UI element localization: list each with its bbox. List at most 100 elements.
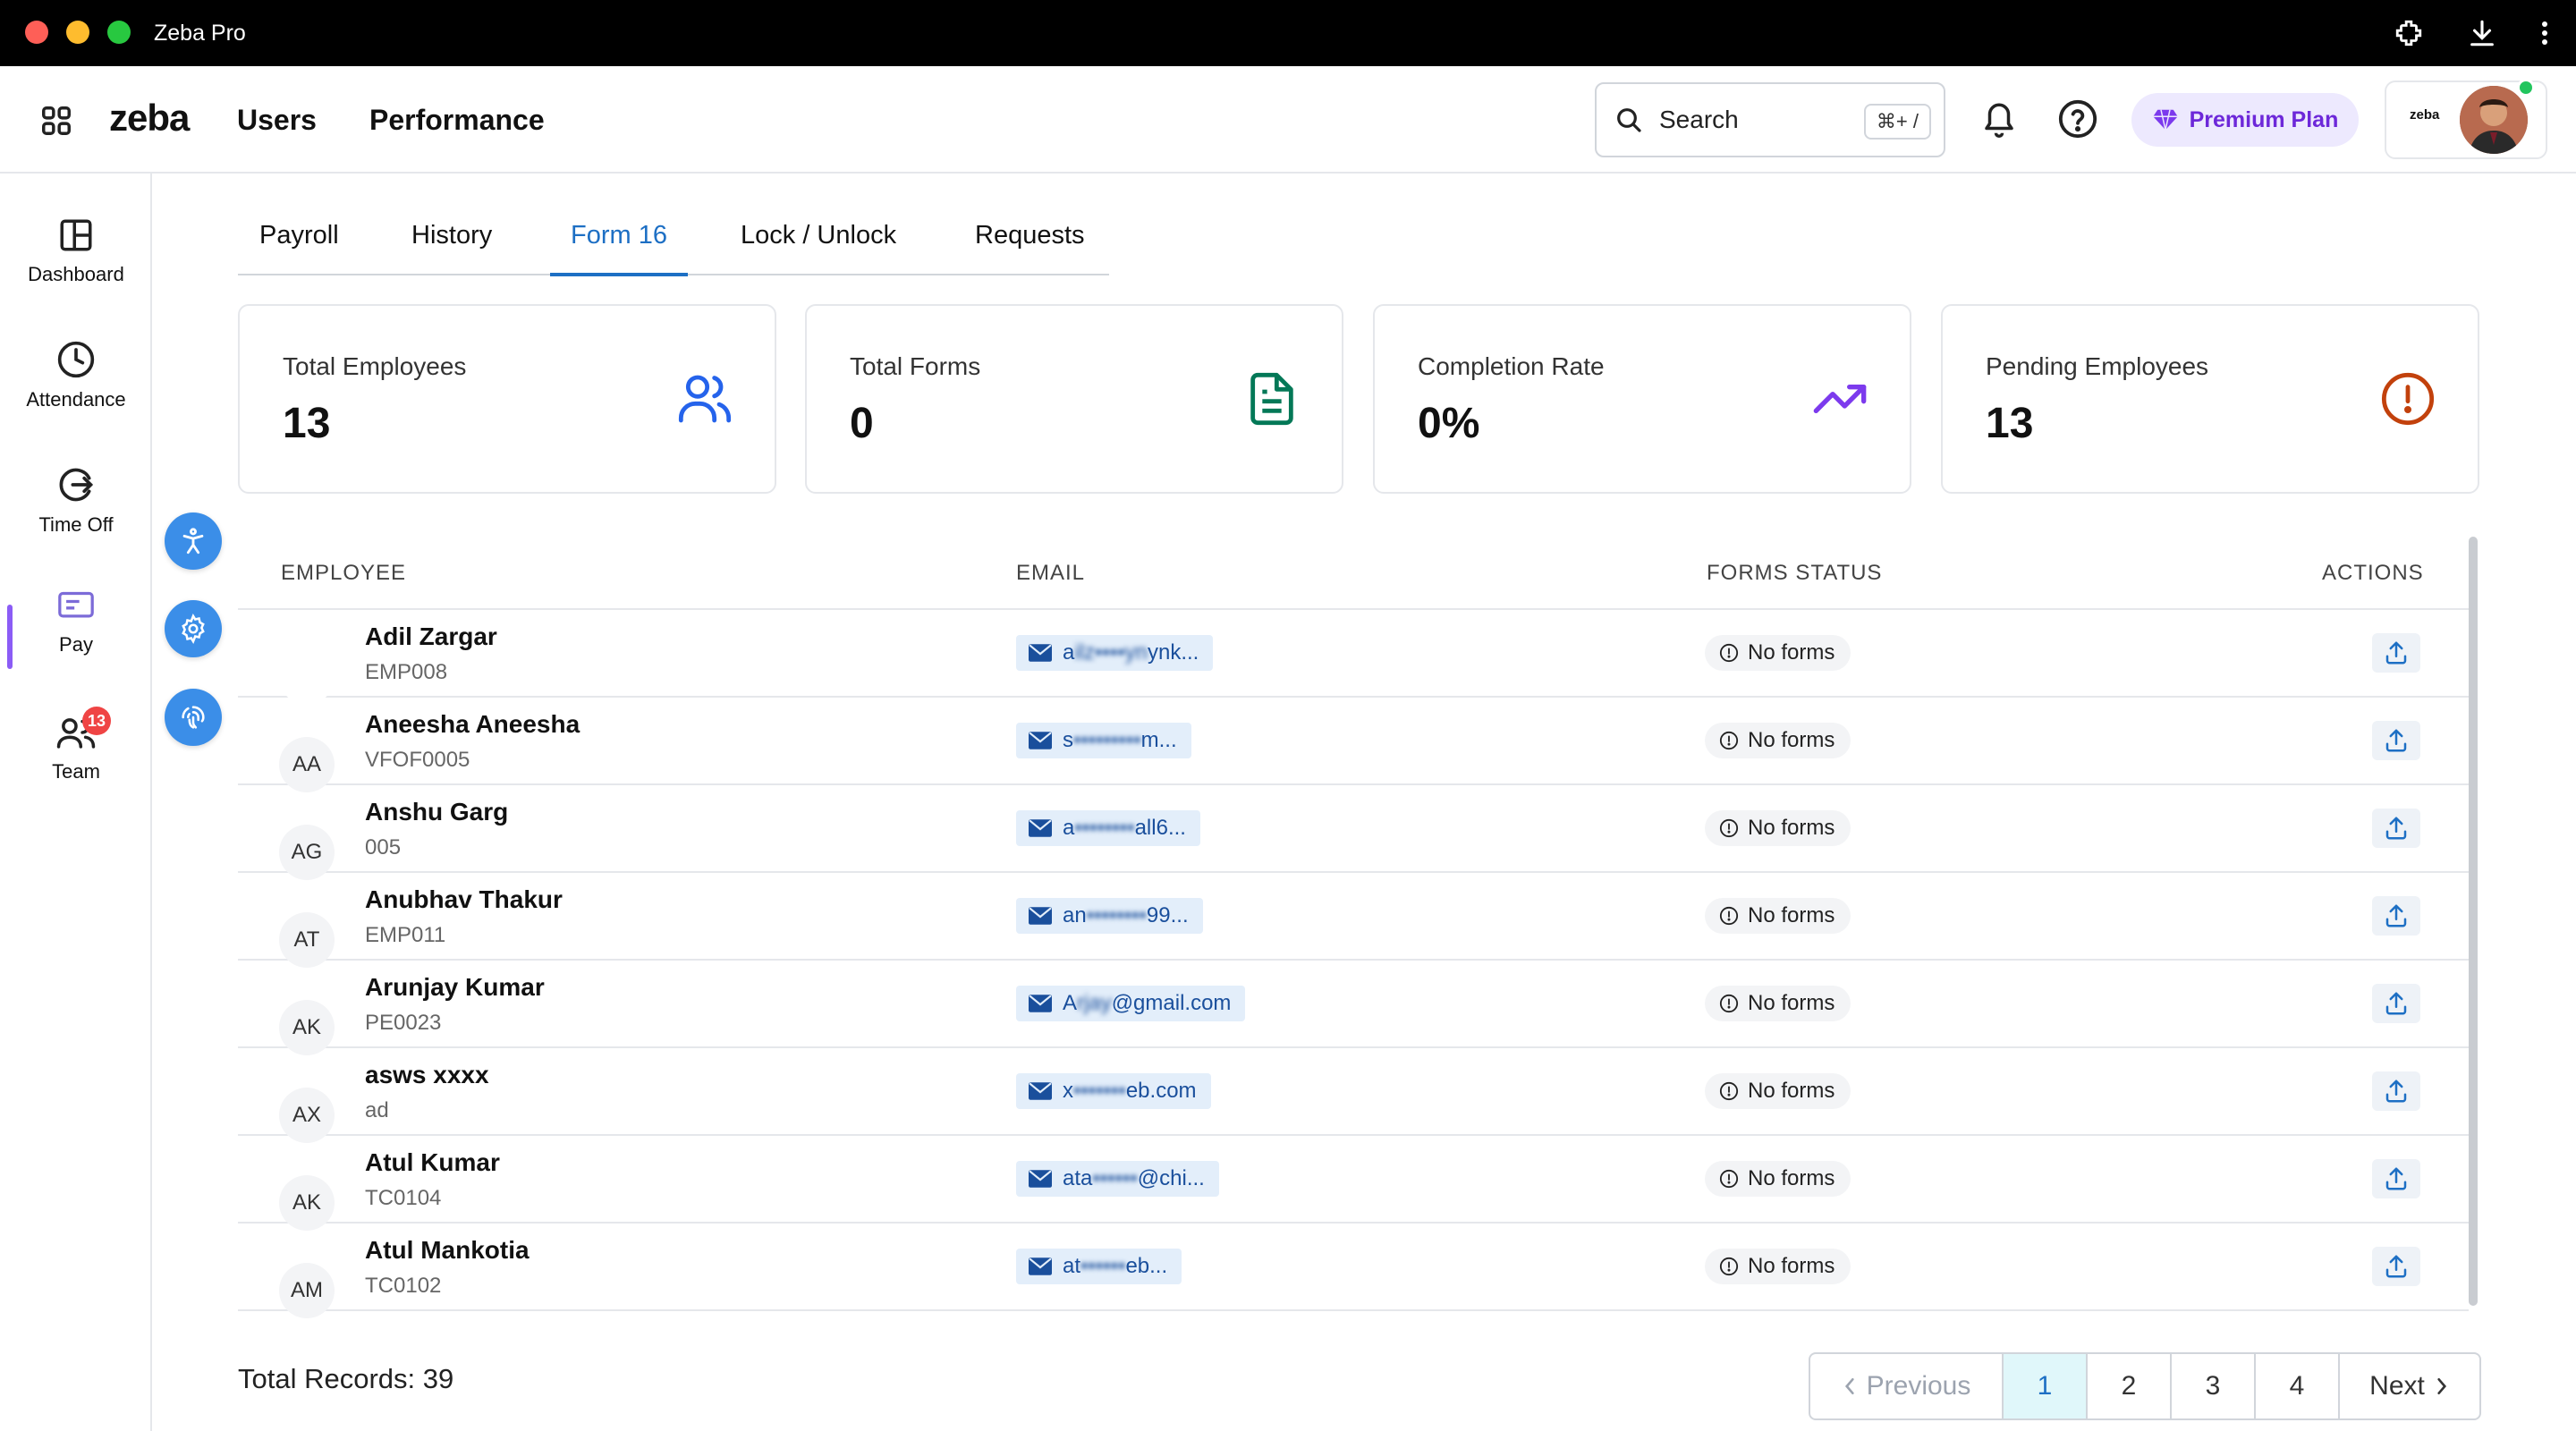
email-text-redacted: ilz••••yn bbox=[1074, 640, 1148, 665]
table-row: AK Atul Kumar TC0104 ata••••••@chi... No… bbox=[238, 1136, 2469, 1231]
page-1-button[interactable]: 1 bbox=[2004, 1354, 2088, 1418]
app-grid-icon[interactable] bbox=[39, 104, 73, 138]
stat-value: 13 bbox=[1986, 400, 2034, 447]
zeba-logo[interactable]: zeba bbox=[109, 89, 190, 147]
tab-lock-unlock[interactable]: Lock / Unlock bbox=[741, 207, 896, 275]
fingerprint-icon bbox=[178, 702, 208, 732]
upload-form-button[interactable] bbox=[2372, 1071, 2420, 1111]
table-row: AX asws xxxx ad x•••••••eb.com No forms bbox=[238, 1048, 2469, 1143]
upload-icon bbox=[2383, 990, 2410, 1017]
upload-form-button[interactable] bbox=[2372, 809, 2420, 848]
email-text-redacted: ••••••••• bbox=[1073, 728, 1141, 752]
gem-icon bbox=[2152, 108, 2179, 131]
tab-history[interactable]: History bbox=[411, 207, 492, 275]
upload-form-button[interactable] bbox=[2372, 1247, 2420, 1286]
sidebar-item-time-off[interactable]: Time Off bbox=[0, 465, 152, 572]
minimize-window-button[interactable] bbox=[66, 21, 89, 44]
employee-email: ailz••••ynynk... bbox=[1016, 635, 1214, 671]
email-text-redacted: •••••• bbox=[1080, 1254, 1126, 1278]
search-input[interactable]: Search ⌘+ / bbox=[1595, 82, 1945, 157]
stat-value: 0% bbox=[1418, 400, 1480, 447]
employee-name[interactable]: Anubhav Thakur bbox=[365, 885, 563, 914]
next-page-button[interactable]: Next bbox=[2340, 1354, 2479, 1418]
email-text-start: x bbox=[1063, 1079, 1073, 1103]
previous-page-button[interactable]: Previous bbox=[1810, 1354, 2004, 1418]
page-2-button[interactable]: 2 bbox=[2088, 1354, 2172, 1418]
page-3-button[interactable]: 3 bbox=[2172, 1354, 2256, 1418]
mail-icon bbox=[1029, 644, 1052, 662]
tab-requests[interactable]: Requests bbox=[975, 207, 1085, 275]
stat-card-completion-rate: Completion Rate 0% bbox=[1373, 304, 1911, 494]
premium-plan-button[interactable]: Premium Plan bbox=[2131, 93, 2359, 147]
info-circle-icon bbox=[1719, 994, 1739, 1013]
time-off-icon bbox=[56, 465, 96, 504]
email-text-redacted: •••••••• bbox=[1086, 903, 1147, 927]
pay-card-icon bbox=[56, 588, 96, 624]
profile-menu[interactable]: zeba bbox=[2385, 79, 2547, 159]
nav-performance[interactable]: Performance bbox=[369, 104, 545, 137]
fingerprint-button[interactable] bbox=[165, 689, 222, 746]
email-text-redacted: rjay bbox=[1077, 991, 1112, 1015]
accessibility-button[interactable] bbox=[165, 512, 222, 570]
bell-icon[interactable] bbox=[1980, 98, 2018, 140]
employee-name[interactable]: Anshu Garg bbox=[365, 798, 508, 826]
mail-icon bbox=[1029, 907, 1052, 925]
upload-form-button[interactable] bbox=[2372, 896, 2420, 936]
sidebar-item-team[interactable]: 13 Team bbox=[0, 707, 152, 821]
email-text-start: s bbox=[1063, 728, 1073, 752]
upload-form-button[interactable] bbox=[2372, 984, 2420, 1023]
employee-email: a••••••••all6... bbox=[1016, 810, 1200, 846]
column-header-forms-status: FORMS STATUS bbox=[1707, 561, 1883, 585]
table-row: AK Arunjay Kumar PE0023 Arjay@gmail.com … bbox=[238, 961, 2469, 1055]
info-circle-icon bbox=[1719, 906, 1739, 926]
employee-id: EMP011 bbox=[365, 923, 446, 947]
employee-avatar bbox=[279, 649, 335, 705]
avatar-initials: AK bbox=[292, 1015, 321, 1039]
stat-label: Total Forms bbox=[850, 352, 981, 380]
employee-name[interactable]: Adil Zargar bbox=[365, 622, 497, 651]
sidebar-item-label: Time Off bbox=[38, 513, 114, 536]
download-icon[interactable] bbox=[2467, 18, 2497, 48]
more-options-icon[interactable] bbox=[2540, 20, 2549, 47]
avatar-initials: AT bbox=[293, 927, 320, 952]
tab-payroll[interactable]: Payroll bbox=[259, 207, 339, 275]
stat-card-total-forms: Total Forms 0 bbox=[805, 304, 1343, 494]
forms-status-badge: No forms bbox=[1705, 898, 1852, 934]
employee-name[interactable]: Aneesha Aneesha bbox=[365, 710, 580, 739]
email-text-start: an bbox=[1063, 903, 1087, 927]
mail-icon bbox=[1029, 732, 1052, 749]
info-circle-icon bbox=[1719, 731, 1739, 750]
company-logo: zeba bbox=[2410, 107, 2440, 123]
email-text-end: eb.com bbox=[1125, 1079, 1197, 1103]
help-icon[interactable] bbox=[2057, 98, 2098, 140]
info-circle-icon bbox=[1719, 1169, 1739, 1189]
forms-status-label: No forms bbox=[1748, 1254, 1835, 1278]
email-text-start: at bbox=[1063, 1254, 1081, 1278]
info-circle-icon bbox=[1719, 818, 1739, 838]
sidebar-item-dashboard[interactable]: Dashboard bbox=[0, 216, 152, 324]
nav-users[interactable]: Users bbox=[237, 104, 317, 137]
page-4-button[interactable]: 4 bbox=[2256, 1354, 2340, 1418]
sidebar-item-label: Team bbox=[52, 760, 100, 783]
sidebar-item-attendance[interactable]: Attendance bbox=[0, 340, 152, 447]
upload-form-button[interactable] bbox=[2372, 1159, 2420, 1198]
employee-name[interactable]: Arunjay Kumar bbox=[365, 973, 545, 1002]
extensions-icon[interactable] bbox=[2394, 18, 2424, 48]
email-text-end: ynk... bbox=[1147, 640, 1199, 665]
email-text-end: m... bbox=[1140, 728, 1177, 752]
upload-form-button[interactable] bbox=[2372, 721, 2420, 760]
employee-forms-table: EMPLOYEE EMAIL FORMS STATUS ACTIONS Adil… bbox=[238, 537, 2469, 1318]
maximize-window-button[interactable] bbox=[107, 21, 131, 44]
stat-card-total-employees: Total Employees 13 bbox=[238, 304, 776, 494]
forms-status-badge: No forms bbox=[1705, 810, 1852, 846]
stat-value: 0 bbox=[850, 400, 874, 447]
settings-button[interactable] bbox=[165, 600, 222, 657]
employee-name[interactable]: asws xxxx bbox=[365, 1061, 489, 1089]
tab-form-16[interactable]: Form 16 bbox=[571, 207, 667, 275]
sidebar-item-pay[interactable]: Pay bbox=[0, 588, 152, 696]
employee-name[interactable]: Atul Mankotia bbox=[365, 1236, 530, 1265]
close-window-button[interactable] bbox=[25, 21, 48, 44]
employee-name[interactable]: Atul Kumar bbox=[365, 1148, 500, 1177]
table-scrollbar[interactable] bbox=[2469, 537, 2478, 1306]
upload-form-button[interactable] bbox=[2372, 633, 2420, 673]
